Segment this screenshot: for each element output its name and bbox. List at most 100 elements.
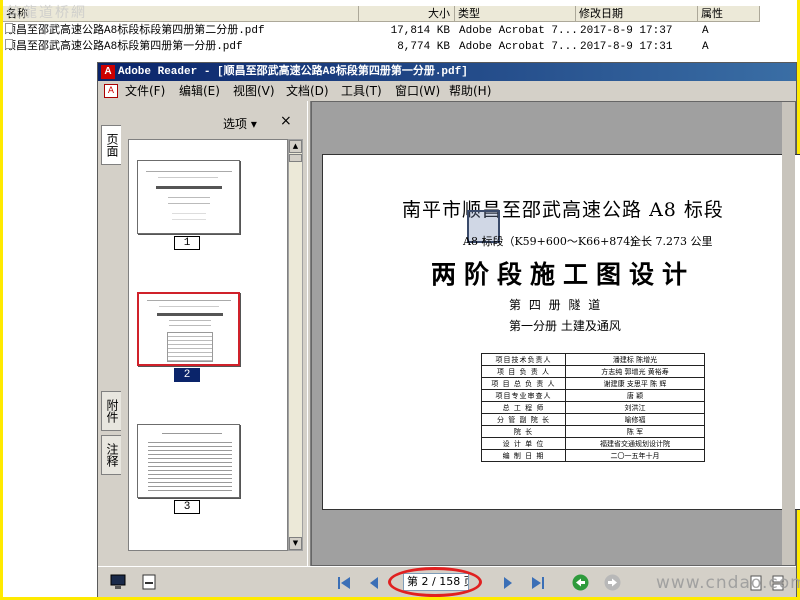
file-name: 顺昌至邵武高速公路A8标段第四册第一分册.pdf bbox=[5, 41, 243, 53]
last-page-icon[interactable] bbox=[530, 575, 546, 591]
previous-page-icon[interactable] bbox=[366, 575, 382, 591]
column-modified-label: 修改日期 bbox=[579, 7, 623, 20]
thumb-table bbox=[167, 332, 213, 362]
menu-window[interactable]: 窗口(W) bbox=[395, 83, 440, 99]
table-cell-name: 方志纯 郭增光 黄裕寿 bbox=[565, 365, 705, 378]
column-attributes-label: 属性 bbox=[701, 7, 723, 20]
thumb-text-line bbox=[162, 433, 222, 434]
column-type[interactable]: 类型 bbox=[455, 6, 576, 22]
table-cell-role: 项 目 负 责 人 bbox=[481, 365, 566, 378]
window-title: Adobe Reader - [顺昌至邵武高速公路A8标段第四册第一分册.pdf… bbox=[118, 66, 468, 78]
file-modified: 2017-8-9 17:31 bbox=[580, 41, 673, 53]
document-view[interactable]: 南平市顺昌至邵武高速公路 A8 标段 A8 标段（K59+600～K66+874… bbox=[311, 101, 800, 566]
thumbnail-page-number[interactable]: 1 bbox=[174, 236, 200, 250]
table-cell-role: 项目专业审查人 bbox=[481, 389, 566, 402]
thumb-heading-line bbox=[156, 186, 222, 189]
watermark-logo: 筑龍道桥網 bbox=[7, 5, 87, 21]
red-highlight-oval bbox=[388, 567, 482, 597]
thumb-table bbox=[148, 439, 232, 491]
table-cell-role: 编 制 日 期 bbox=[481, 449, 566, 462]
thumb-text-line bbox=[146, 171, 232, 172]
pdf-file-icon bbox=[5, 39, 13, 49]
column-size[interactable]: 大小 bbox=[359, 6, 455, 22]
signature-table: 项目技术负责人 潘建标 陈增光 项 目 负 责 人方志纯 郭增光 黄裕寿 项 目 … bbox=[481, 353, 705, 462]
column-size-label: 大小 bbox=[428, 7, 450, 20]
file-type: Adobe Acrobat 7... bbox=[459, 25, 578, 37]
forward-arrow-icon[interactable] bbox=[604, 574, 621, 591]
table-cell-role: 院 长 bbox=[481, 425, 566, 438]
window-titlebar[interactable]: A Adobe Reader - [顺昌至邵武高速公路A8标段第四册第一分册.p… bbox=[98, 63, 796, 81]
thumbnail-list[interactable]: 1 2 3 bbox=[128, 139, 288, 551]
table-row: 项 目 负 责 人方志纯 郭增光 黄裕寿 bbox=[481, 365, 705, 378]
page-thumbnail-3[interactable] bbox=[137, 424, 240, 498]
table-row: 设 计 单 位福建省交通规划设计院 bbox=[481, 437, 705, 450]
column-modified[interactable]: 修改日期 bbox=[576, 6, 698, 22]
menu-bar: A 文件(F) 编辑(E) 视图(V) 文档(D) 工具(T) 窗口(W) 帮助… bbox=[98, 81, 796, 101]
table-row: 总 工 程 师刘洪江 bbox=[481, 401, 705, 414]
table-row: 院 长陈 军 bbox=[481, 425, 705, 438]
document-section: A8 标段（K59+600～K66+874） bbox=[463, 235, 642, 248]
column-attributes[interactable]: 属性 bbox=[698, 6, 760, 22]
file-attributes: A bbox=[702, 41, 709, 53]
thumb-text-line bbox=[159, 306, 219, 307]
watermark-url: www.cndao.com bbox=[656, 573, 800, 593]
explorer-file-list: 名称 大小 类型 修改日期 属性 筑龍道桥網 顺昌至邵武高速公路A8标段标段第四… bbox=[3, 0, 797, 62]
tab-pages[interactable]: 页面 bbox=[101, 125, 121, 165]
page-thumbnail-1[interactable] bbox=[137, 160, 240, 234]
document-pdf-icon[interactable]: A bbox=[104, 84, 118, 98]
table-row: 项目技术负责人 潘建标 陈增光 bbox=[481, 353, 705, 366]
file-row[interactable]: 顺昌至邵武高速公路A8标段第四册第一分册.pdf 8,774 KB Adobe … bbox=[3, 39, 797, 55]
tab-attachments[interactable]: 附件 bbox=[101, 391, 121, 431]
monitor-icon[interactable] bbox=[110, 574, 126, 590]
thumb-text-line bbox=[168, 197, 210, 198]
table-cell-role: 总 工 程 师 bbox=[481, 401, 566, 414]
thumb-text-line bbox=[169, 325, 211, 326]
menu-document[interactable]: 文档(D) bbox=[286, 83, 329, 99]
menu-view[interactable]: 视图(V) bbox=[233, 83, 275, 99]
table-cell-name: 唐 颖 bbox=[565, 389, 705, 402]
table-cell-name: 二〇一五年十月 bbox=[565, 449, 705, 462]
menu-edit[interactable]: 编辑(E) bbox=[179, 83, 220, 99]
menu-file[interactable]: 文件(F) bbox=[125, 83, 165, 99]
pdf-file-icon bbox=[5, 23, 13, 33]
page-thumbnail-2[interactable] bbox=[137, 292, 240, 366]
document-length: 全长 7.273 公里 bbox=[630, 235, 713, 248]
table-row: 项目专业审查人唐 颖 bbox=[481, 389, 705, 402]
file-size: 8,774 KB bbox=[397, 41, 450, 53]
file-modified: 2017-8-9 17:37 bbox=[580, 25, 673, 37]
thumbnail-page-number[interactable]: 3 bbox=[174, 500, 200, 514]
scroll-down-icon[interactable]: ▼ bbox=[289, 537, 302, 550]
document-subvolume: 第一分册 土建及通风 bbox=[509, 319, 621, 333]
page-icon[interactable] bbox=[141, 574, 157, 590]
menu-help[interactable]: 帮助(H) bbox=[449, 83, 491, 99]
table-cell-name: 刘洪江 bbox=[565, 401, 705, 414]
thumbnail-scrollbar[interactable]: ▲ ▼ bbox=[288, 139, 303, 551]
back-arrow-icon[interactable] bbox=[572, 574, 589, 591]
menu-tools[interactable]: 工具(T) bbox=[341, 83, 382, 99]
document-scrollbar[interactable] bbox=[782, 102, 795, 565]
file-row[interactable]: 顺昌至邵武高速公路A8标段标段第四册第二分册.pdf 17,814 KB Ado… bbox=[3, 23, 797, 39]
next-page-icon[interactable] bbox=[500, 575, 516, 591]
column-type-label: 类型 bbox=[458, 7, 480, 20]
table-cell-name: 陈 军 bbox=[565, 425, 705, 438]
close-panel-icon[interactable]: × bbox=[280, 113, 292, 129]
thumb-heading-line bbox=[157, 313, 223, 316]
options-dropdown[interactable]: 选项 ▾ bbox=[223, 115, 257, 132]
pages-panel: 选项 ▾ × 1 2 3 ▲ ▼ bbox=[123, 101, 305, 566]
first-page-icon[interactable] bbox=[336, 575, 352, 591]
table-cell-name: 喻修福 bbox=[565, 413, 705, 426]
table-cell-role: 项目技术负责人 bbox=[481, 353, 566, 366]
table-row: 分 管 副 院 长喻修福 bbox=[481, 413, 705, 426]
navigation-tabs: 页面 附件 注释 bbox=[98, 121, 122, 566]
tab-comments[interactable]: 注释 bbox=[101, 435, 121, 475]
thumb-text-line bbox=[172, 219, 206, 220]
thumbnail-page-number[interactable]: 2 bbox=[174, 368, 200, 382]
scrollbar-thumb[interactable] bbox=[289, 154, 302, 162]
thumb-text-line bbox=[147, 300, 231, 301]
scroll-up-icon[interactable]: ▲ bbox=[289, 140, 302, 153]
table-cell-name: 潘建标 陈增光 bbox=[565, 353, 705, 366]
thumb-text-line bbox=[169, 320, 211, 321]
file-name: 顺昌至邵武高速公路A8标段标段第四册第二分册.pdf bbox=[5, 25, 265, 37]
thumb-text-line bbox=[158, 177, 218, 178]
table-row: 项 目 总 负 责 人谢建康 支思平 陈 辉 bbox=[481, 377, 705, 390]
